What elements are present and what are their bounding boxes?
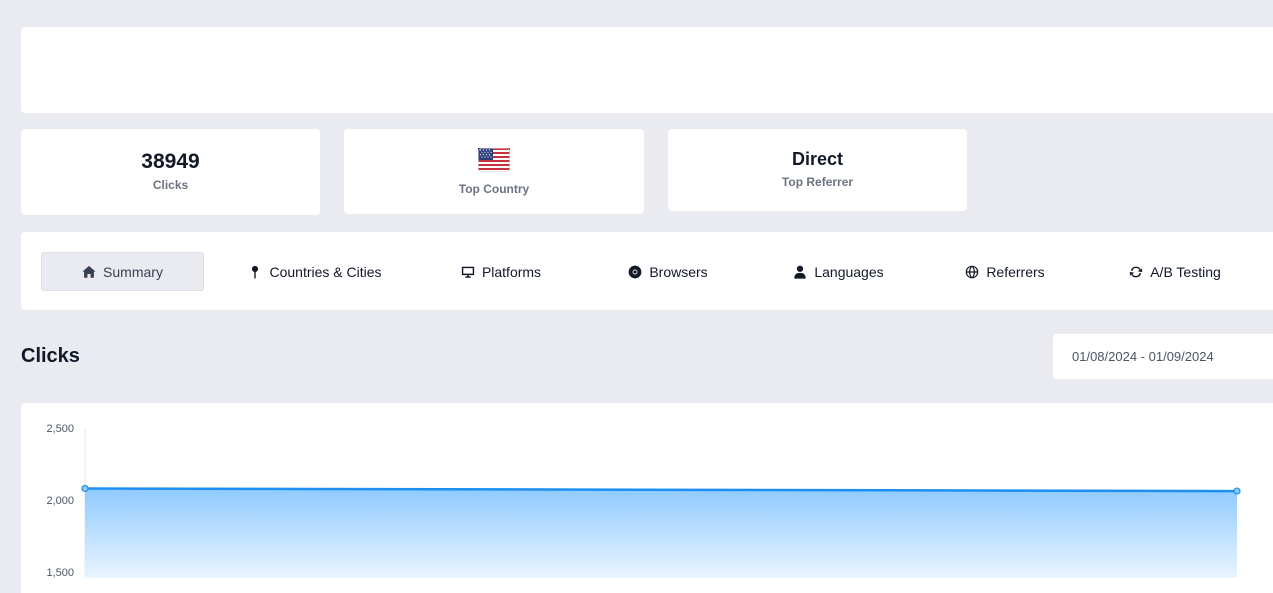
tab-bar: Summary Countries & Cities Platforms Bro…: [21, 232, 1273, 310]
monitor-icon: [461, 266, 475, 278]
clicks-label: Clicks: [152, 178, 189, 192]
tab-ab-testing[interactable]: A/B Testing: [1119, 252, 1231, 291]
clicks-count: 38949: [141, 150, 200, 173]
refresh-icon: [1130, 266, 1143, 277]
tab-label: Summary: [103, 263, 163, 280]
tab-label: Countries & Cities: [269, 263, 382, 280]
date-range-picker[interactable]: 01/08/2024 - 01/09/2024: [1053, 334, 1273, 379]
tab-label: A/B Testing: [1150, 263, 1221, 280]
tab-label: Platforms: [481, 263, 542, 280]
stat-card-clicks: 38949 Clicks: [21, 129, 320, 215]
stat-card-top-referrer: Direct Top Referrer: [668, 129, 967, 211]
tab-platforms[interactable]: Platforms: [451, 252, 551, 291]
tab-languages[interactable]: Languages: [786, 252, 891, 291]
data-point[interactable]: [81, 484, 89, 493]
section-title: Clicks: [21, 345, 80, 367]
us-flag-icon: [478, 148, 510, 172]
tab-referrers[interactable]: Referrers: [955, 252, 1055, 291]
tab-summary[interactable]: Summary: [41, 252, 204, 291]
home-icon: [82, 265, 96, 278]
tab-browsers[interactable]: Browsers: [618, 252, 718, 291]
data-point[interactable]: [1233, 487, 1241, 495]
top-referrer-value: Direct: [791, 149, 844, 169]
y-tick-label: 2,000: [46, 495, 74, 507]
clicks-chart: 2,500 2,000 1,500: [21, 403, 1273, 593]
clicks-chart-svg: 2,500 2,000 1,500: [46, 423, 1241, 578]
y-tick-label: 1,500: [46, 567, 74, 578]
y-tick-label: 2,500: [46, 423, 74, 435]
tab-countries-cities[interactable]: Countries & Cities: [231, 252, 399, 291]
user-icon: [794, 265, 807, 279]
tab-label: Browsers: [649, 263, 708, 280]
top-referrer-label: Top Referrer: [781, 175, 854, 189]
globe-icon: [966, 265, 979, 278]
header-panel: [21, 27, 1273, 113]
tab-label: Referrers: [986, 263, 1045, 280]
tab-label: Languages: [814, 263, 884, 280]
top-country-label: Top Country: [458, 182, 530, 196]
clicks-area: [85, 488, 1237, 578]
stat-card-top-country: Top Country: [344, 129, 644, 214]
map-pin-icon: [252, 265, 259, 279]
chrome-icon: [628, 265, 642, 278]
